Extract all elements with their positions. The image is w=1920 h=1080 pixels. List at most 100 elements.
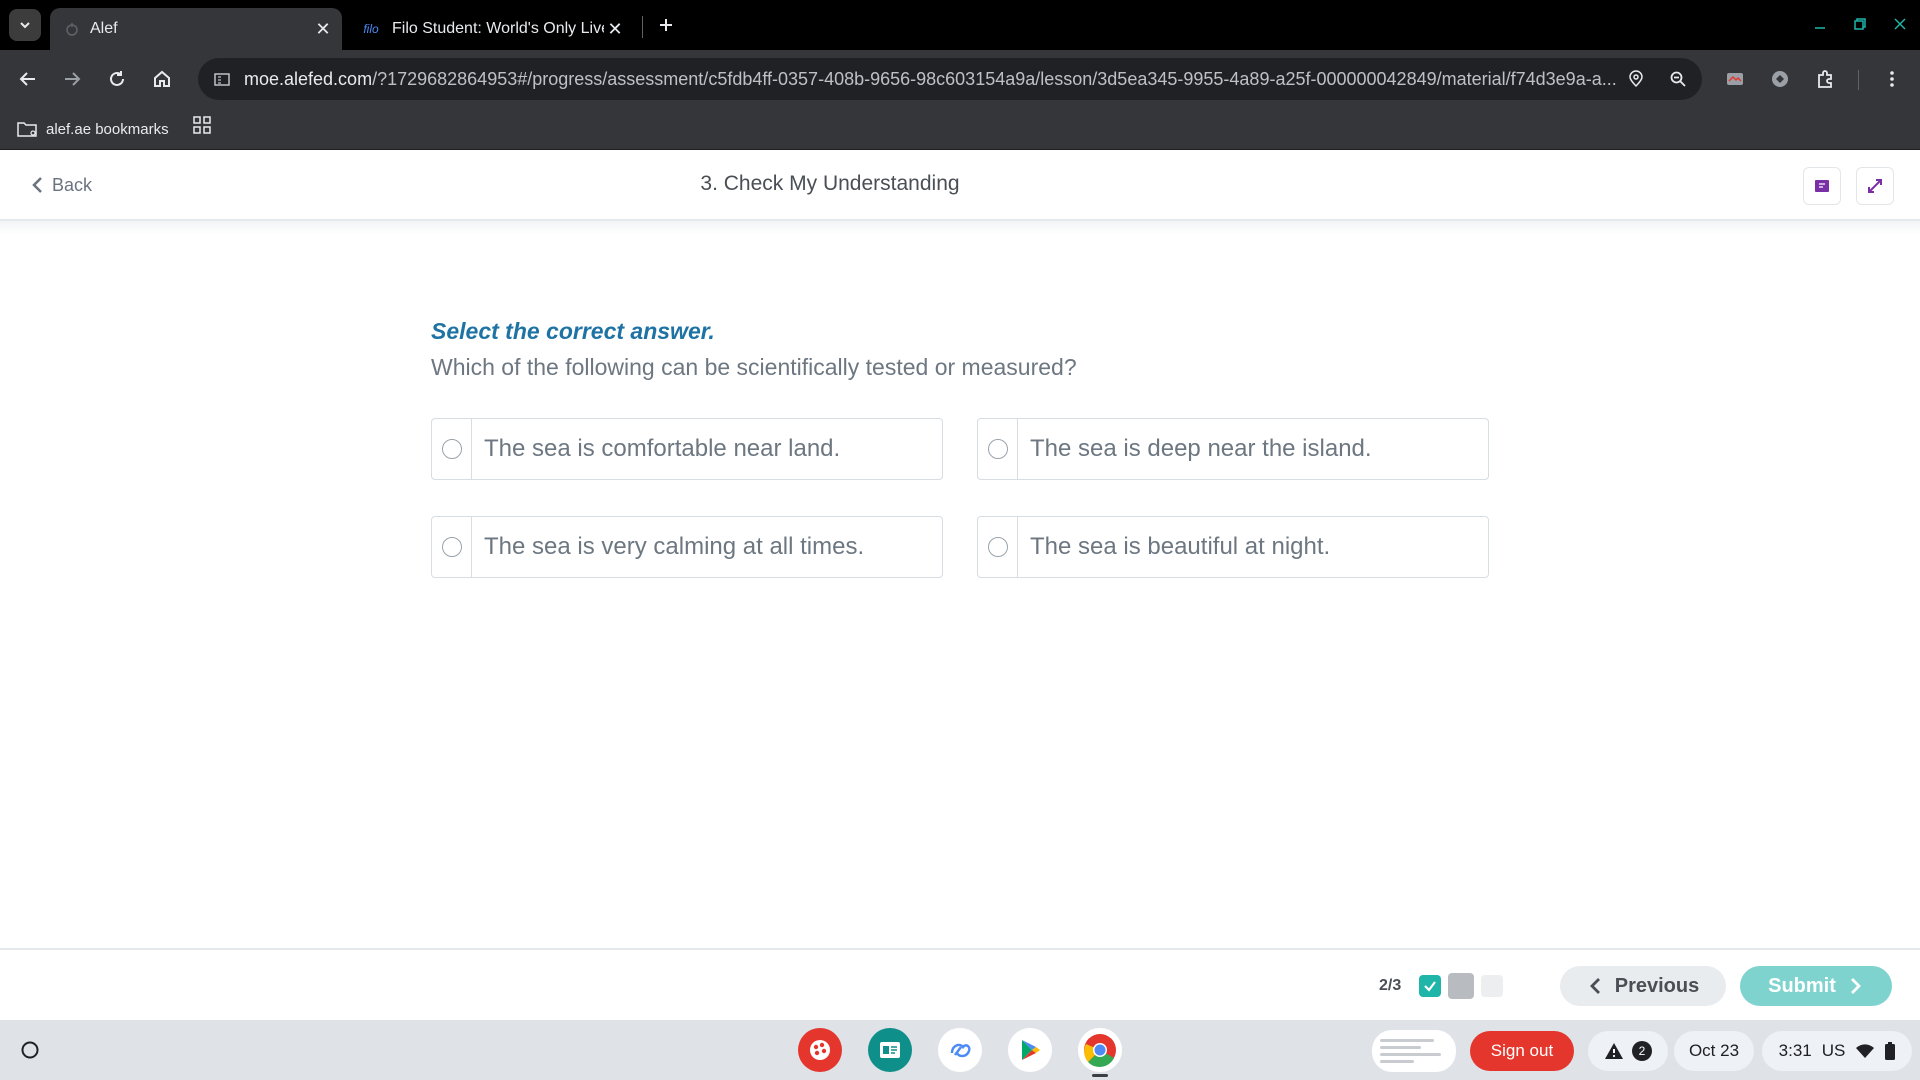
radio-button[interactable] xyxy=(987,439,1008,459)
arrow-left-icon xyxy=(19,72,35,86)
page-title: 3. Check My Understanding xyxy=(700,172,960,195)
url-text: moe.alefed.com/?1729682864953#/progress/… xyxy=(244,69,1618,90)
holding-space-thumbnail[interactable] xyxy=(1372,1030,1456,1072)
radio-button[interactable] xyxy=(441,439,462,459)
tab-title: Filo Student: World's Only Live I xyxy=(392,20,604,37)
grid-icon xyxy=(193,116,211,134)
browser-toolbar: moe.alefed.com/?1729682864953#/progress/… xyxy=(0,50,1920,108)
launcher-button[interactable] xyxy=(12,1032,48,1068)
puzzle-icon xyxy=(1818,70,1832,88)
close-tab-icon[interactable]: ✕ xyxy=(312,18,334,40)
chrome-running-indicator xyxy=(1092,1074,1108,1077)
radio-button[interactable] xyxy=(441,537,462,557)
header-shadow xyxy=(0,221,1920,235)
site-info-icon[interactable] xyxy=(204,61,240,97)
play-store-icon[interactable] xyxy=(1008,1028,1052,1072)
extension-screen-icon xyxy=(1727,73,1743,85)
forward-nav-button[interactable] xyxy=(56,63,88,95)
chrome-app-icon[interactable] xyxy=(1078,1028,1122,1072)
status-tray[interactable]: 3:31 US xyxy=(1762,1031,1912,1071)
answer-option-3[interactable]: The sea is very calming at all times. xyxy=(431,516,943,578)
restore-icon xyxy=(1854,18,1866,30)
canvas-app-icon[interactable] xyxy=(798,1028,842,1072)
notifications-button[interactable]: 2 xyxy=(1588,1031,1668,1071)
option-label: The sea is very calming at all times. xyxy=(484,533,865,560)
plus-icon xyxy=(660,19,672,31)
previous-label: Previous xyxy=(1614,974,1700,997)
close-window-button[interactable] xyxy=(1886,12,1914,36)
extension-circle-icon xyxy=(1772,71,1788,87)
radio-button[interactable] xyxy=(987,537,1008,557)
answer-option-4[interactable]: The sea is beautiful at night. xyxy=(977,516,1489,578)
extension-button-1[interactable] xyxy=(1719,63,1751,95)
date-tray[interactable]: Oct 23 xyxy=(1674,1031,1754,1071)
tab-search-button[interactable] xyxy=(9,9,41,41)
tab-title: Alef xyxy=(90,20,118,37)
extension-button-2[interactable] xyxy=(1764,63,1796,95)
browser-tab-bar: Alef ✕ filo Filo Student: World's Only L… xyxy=(0,0,1920,50)
sign-out-button[interactable]: Sign out xyxy=(1470,1031,1574,1071)
fullscreen-button[interactable] xyxy=(1856,167,1894,205)
question-prompt: Which of the following can be scientific… xyxy=(431,354,1077,380)
radio-column xyxy=(432,419,472,479)
url-path: /?1729682864953#/progress/assessment/c5f… xyxy=(372,68,1617,89)
option-label: The sea is comfortable near land. xyxy=(484,435,841,462)
wifi-icon xyxy=(1856,1044,1875,1058)
progress-step-2-current[interactable] xyxy=(1448,973,1474,999)
tab-filo[interactable]: filo Filo Student: World's Only Live I ✕ xyxy=(352,8,634,50)
home-button[interactable] xyxy=(146,63,178,95)
close-tab-icon[interactable]: ✕ xyxy=(604,18,626,40)
submit-button[interactable]: Submit xyxy=(1740,966,1892,1006)
new-tab-button[interactable] xyxy=(652,11,680,39)
alef-favicon-icon xyxy=(62,19,82,39)
chevron-right-icon xyxy=(1848,976,1864,996)
os-shelf: Sign out 2 Oct 23 3:31 US xyxy=(0,1020,1920,1080)
progress-step-3[interactable] xyxy=(1481,975,1503,997)
chevron-left-icon xyxy=(1587,976,1603,996)
checkmark-icon xyxy=(1424,981,1436,992)
option-label: The sea is beautiful at night. xyxy=(1030,533,1331,560)
apps-grid-button[interactable] xyxy=(190,113,214,137)
option-label: The sea is deep near the island. xyxy=(1030,435,1372,462)
minimize-button[interactable] xyxy=(1806,12,1834,36)
browser-menu-button[interactable] xyxy=(1876,63,1908,95)
close-icon xyxy=(1894,18,1906,30)
radio-column xyxy=(978,517,1018,577)
back-nav-button[interactable] xyxy=(12,63,44,95)
sync-app-icon[interactable] xyxy=(938,1028,982,1072)
url-host: moe.alefed.com xyxy=(244,68,373,89)
location-pin-icon[interactable] xyxy=(1618,61,1654,97)
tab-alef[interactable]: Alef ✕ xyxy=(50,8,342,50)
restore-button[interactable] xyxy=(1846,12,1874,36)
clock-time: 3:31 xyxy=(1778,1041,1812,1060)
toolbar-divider xyxy=(1858,70,1859,90)
expand-icon xyxy=(1868,179,1882,193)
filo-favicon-icon: filo xyxy=(363,22,379,36)
radio-column xyxy=(432,517,472,577)
more-vertical-icon xyxy=(1890,71,1894,87)
zoom-icon[interactable] xyxy=(1660,61,1696,97)
input-method: US xyxy=(1821,1041,1846,1060)
answer-option-2[interactable]: The sea is deep near the island. xyxy=(977,418,1489,480)
lesson-header: Back 3. Check My Understanding xyxy=(0,151,1920,221)
battery-icon xyxy=(1885,1042,1896,1060)
reload-button[interactable] xyxy=(101,63,133,95)
minimize-icon xyxy=(1815,27,1825,29)
notification-count: 2 xyxy=(1632,1041,1652,1061)
immersive-reader-icon xyxy=(1815,180,1829,192)
reload-icon xyxy=(110,71,124,86)
radio-column xyxy=(978,419,1018,479)
warning-icon xyxy=(1605,1043,1623,1059)
launcher-circle-icon xyxy=(21,1041,39,1059)
previous-button[interactable]: Previous xyxy=(1560,966,1726,1006)
immersive-reader-button[interactable] xyxy=(1803,167,1841,205)
classroom-app-icon[interactable] xyxy=(868,1028,912,1072)
address-bar[interactable]: moe.alefed.com/?1729682864953#/progress/… xyxy=(198,58,1702,100)
progress-step-1-completed[interactable] xyxy=(1419,975,1441,997)
extensions-menu-button[interactable] xyxy=(1809,63,1841,95)
bookmark-folder-alef[interactable]: alef.ae bookmarks xyxy=(16,116,169,142)
home-icon xyxy=(154,70,170,87)
folder-icon xyxy=(16,117,40,141)
bookmarks-bar: alef.ae bookmarks xyxy=(0,108,1920,150)
answer-option-1[interactable]: The sea is comfortable near land. xyxy=(431,418,943,480)
